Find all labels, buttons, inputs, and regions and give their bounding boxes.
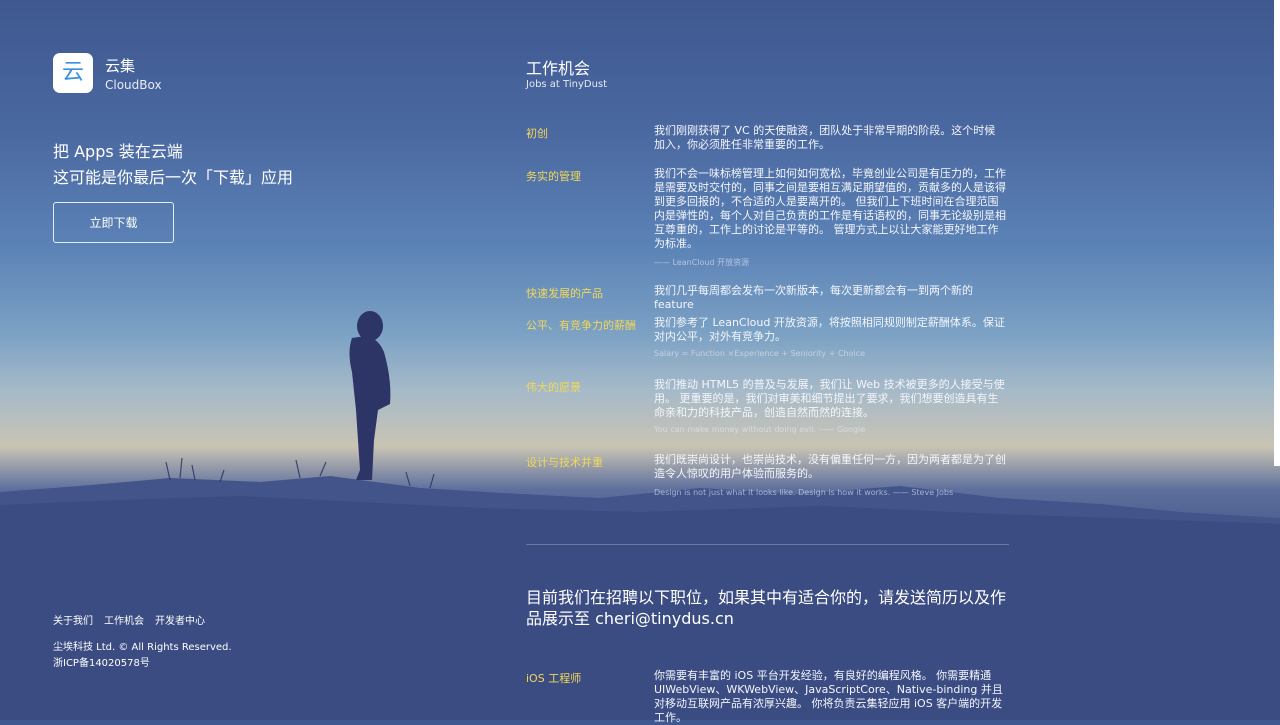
- culture-note-management: —— LeanCloud 开放资源: [654, 258, 750, 267]
- culture-label-management: 务实的管理: [526, 170, 581, 183]
- culture-label-salary: 公平、有竞争力的薪酬: [526, 319, 636, 332]
- position-label-ios: iOS 工程师: [526, 672, 582, 685]
- page-title: 工作机会: [526, 59, 591, 78]
- page-subtitle: Jobs at TinyDust: [526, 79, 608, 90]
- culture-note-salary: Salary = Function ×Experience + Seniorit…: [654, 349, 866, 358]
- culture-note-vision: You can make money without doing evil. —…: [654, 425, 866, 434]
- icp-number: 浙ICP备14020578号: [53, 658, 150, 669]
- app-logo[interactable]: 云: [53, 53, 93, 93]
- footer-link-about[interactable]: 关于我们: [53, 612, 93, 627]
- hero-tagline-2: 这可能是你最后一次「下载」应用: [53, 168, 294, 187]
- culture-text-product: 我们几乎每周都会发布一次新版本，每次更新都会有一到两个新的 feature: [654, 284, 973, 311]
- culture-label-design: 设计与技术并重: [526, 456, 603, 469]
- scrollbar[interactable]: [1274, 0, 1280, 466]
- culture-label-product: 快速发展的产品: [526, 287, 603, 300]
- culture-text-management: 我们不会一味标榜管理上如何如何宽松，毕竟创业公司是有压力的，工作是需要及时交付的…: [654, 167, 1006, 250]
- download-button[interactable]: 立即下载: [53, 202, 174, 243]
- recruit-heading: 目前我们在招聘以下职位，如果其中有适合你的，请发送简历以及作品展示至 cheri…: [526, 588, 1007, 628]
- hero-tagline-1: 把 Apps 装在云端: [53, 142, 183, 161]
- copyright-text: 尘埃科技 Ltd. © All Rights Reserved.: [53, 642, 232, 653]
- brand-name-en: CloudBox: [105, 78, 162, 92]
- culture-label-vision: 伟大的愿景: [526, 381, 581, 394]
- silhouette-person: [349, 311, 391, 480]
- cloud-logo-icon: 云: [61, 60, 84, 85]
- culture-text-startup: 我们刚刚获得了 VC 的天使融资，团队处于非常早期的阶段。这个时候加入，你必须胜…: [654, 124, 996, 151]
- culture-text-vision: 我们推动 HTML5 的普及与发展，我们让 Web 技术被更多的人接受与使用。 …: [654, 378, 1005, 419]
- footer-link-developers[interactable]: 开发者中心: [155, 612, 205, 627]
- culture-text-design: 我们既崇尚设计，也崇尚技术，没有偏重任何一方，因为两者都是为了创造令人惊叹的用户…: [654, 453, 1006, 480]
- culture-label-startup: 初创: [526, 127, 548, 140]
- section-divider: [526, 544, 1009, 545]
- position-text-ios: 你需要有丰富的 iOS 平台开发经验，有良好的编程风格。 你需要精通 UIWeb…: [654, 669, 1003, 724]
- footer-nav: 关于我们 工作机会 开发者中心: [53, 612, 205, 627]
- footer-link-jobs[interactable]: 工作机会: [104, 612, 144, 627]
- culture-note-design: Design is not just what it looks like. D…: [654, 488, 954, 497]
- brand-name-cn: 云集: [105, 57, 136, 75]
- culture-text-salary: 我们参考了 LeanCloud 开放资源，将按照相同规则制定薪酬体系。保证对内公…: [654, 316, 1005, 343]
- copyright-block: 尘埃科技 Ltd. © All Rights Reserved. 浙ICP备14…: [53, 640, 232, 672]
